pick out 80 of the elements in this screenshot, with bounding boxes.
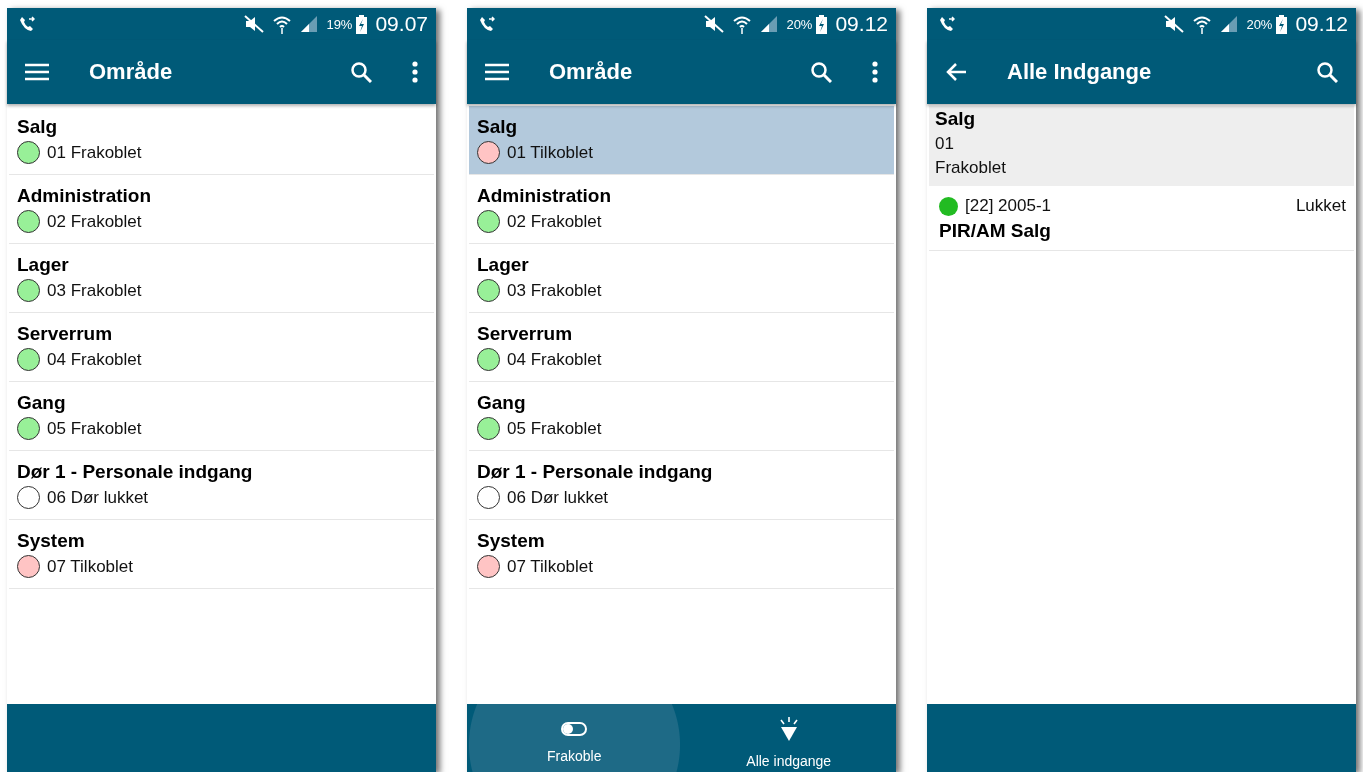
phone-call-icon [19,16,35,32]
area-status: 01 Tilkoblet [507,142,593,163]
wifi-icon [732,14,753,34]
signal-icon [760,15,779,33]
area-name: Lager [17,254,70,276]
area-name: Administration [17,185,153,207]
toggle-icon [561,721,588,736]
area-list-item[interactable]: Dør 1 - Personale indgang 06 Dør lukket [469,451,894,520]
area-list-item[interactable]: Lager 03 Frakoblet [469,244,894,313]
menu-icon[interactable] [485,63,509,81]
area-list-item[interactable]: Salg 01 Frakoblet [9,106,434,175]
entrance-name: PIR/AM Salg [939,220,1052,242]
area-name: System [17,530,86,552]
area-name: Serverrum [477,323,574,345]
clock-time: 09.12 [1295,12,1348,36]
area-name: Gang [477,392,527,414]
area-number: 01 [935,134,955,154]
entrance-list-item[interactable]: [22] 2005-1 Lukket PIR/AM Salg [929,186,1354,251]
bottom-action-button[interactable]: Alle indgange [681,704,896,772]
battery-charging-icon [356,14,368,34]
app-title: Alle Indgange [1007,59,1152,85]
battery-percent: 19% [326,16,353,32]
battery-percent: 20% [1246,16,1273,32]
bottom-action-button[interactable]: Frakoble [467,704,682,772]
area-status: 01 Frakoblet [47,142,142,163]
area-status: 04 Frakoblet [507,349,602,370]
area-list-item[interactable]: Administration 02 Frakoblet [9,175,434,244]
area-list-item[interactable]: Salg 01 Tilkoblet [469,106,894,175]
mute-icon [244,15,265,33]
app-title: Område [549,59,633,85]
mute-icon [704,15,725,33]
area-name: Salg [477,116,519,138]
entrance-state: Lukket [1295,196,1346,216]
area-list-item[interactable]: Gang 05 Frakoblet [9,382,434,451]
clock-time: 09.12 [835,12,888,36]
area-status: 05 Frakoblet [47,418,142,439]
area-list-item[interactable]: Administration 02 Frakoblet [469,175,894,244]
area-name: Lager [477,254,530,276]
wifi-icon [272,14,293,34]
phone-call-icon [479,16,495,32]
phone-call-icon [939,16,955,32]
area-name: Salg [935,108,977,130]
area-list-item[interactable]: System 07 Tilkoblet [9,520,434,589]
area-name: Dør 1 - Personale indgang [477,461,714,483]
battery-charging-icon [1276,14,1288,34]
entrance-id: [22] 2005-1 [965,196,1051,216]
battery-percent: 20% [786,16,813,32]
area-status: 06 Dør lukket [47,487,149,508]
area-name: Serverrum [17,323,114,345]
menu-icon[interactable] [25,63,49,81]
area-name: System [477,530,546,552]
back-arrow-icon[interactable] [945,62,967,82]
area-name: Salg [17,116,59,138]
wifi-icon [1192,14,1213,34]
area-name: Administration [477,185,613,207]
area-status: 02 Frakoblet [47,211,142,232]
area-status: 02 Frakoblet [507,211,602,232]
signal-icon [1220,15,1239,33]
area-status: 05 Frakoblet [507,418,602,439]
clock-time: 09.07 [375,12,428,36]
area-name: Dør 1 - Personale indgang [17,461,254,483]
area-list-item[interactable]: Serverrum 04 Frakoblet [469,313,894,382]
area-status: 03 Frakoblet [507,280,602,301]
area-status: Frakoblet [935,158,1007,178]
app-title: Område [89,59,173,85]
area-status: 07 Tilkoblet [47,556,133,577]
flashlight-icon [777,716,800,741]
area-status: 03 Frakoblet [47,280,142,301]
area-status: 06 Dør lukket [507,487,609,508]
area-status: 04 Frakoblet [47,349,142,370]
mute-icon [1164,15,1185,33]
signal-icon [300,15,319,33]
area-status: 07 Tilkoblet [507,556,593,577]
area-list-item[interactable]: Gang 05 Frakoblet [469,382,894,451]
area-name: Gang [17,392,67,414]
area-list-item[interactable]: Dør 1 - Personale indgang 06 Dør lukket [9,451,434,520]
battery-charging-icon [816,14,828,34]
area-list-item[interactable]: System 07 Tilkoblet [469,520,894,589]
area-list-item[interactable]: Lager 03 Frakoblet [9,244,434,313]
area-list-item[interactable]: Serverrum 04 Frakoblet [9,313,434,382]
